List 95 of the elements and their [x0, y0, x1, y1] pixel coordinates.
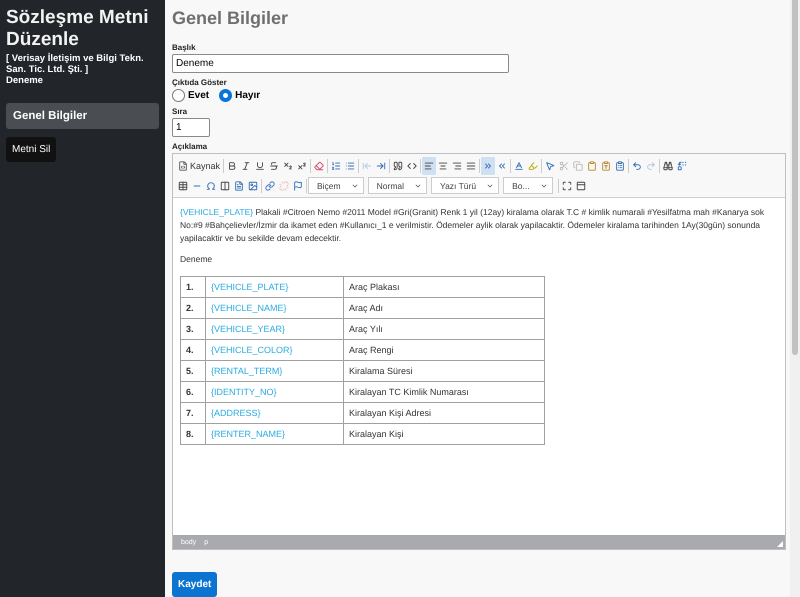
format-dropdown[interactable]: Bo...	[503, 177, 553, 194]
table-icon	[178, 180, 188, 190]
table-cell: 8.	[180, 424, 206, 444]
highlighter-icon	[528, 160, 538, 170]
toolbar-button[interactable]	[481, 156, 496, 174]
subscript-icon	[283, 160, 294, 170]
superscript-icon	[297, 160, 308, 170]
pointer-icon	[545, 160, 556, 170]
save-button[interactable]: Kaydet	[172, 572, 218, 597]
unlink-icon	[279, 180, 289, 190]
align-left-icon	[424, 160, 434, 170]
paste-list-icon	[615, 160, 626, 170]
document-name: Deneme	[6, 75, 44, 86]
table-cell: Araç Adı	[344, 298, 544, 318]
paste-icon	[587, 160, 598, 170]
table-cell: Araç Rengi	[344, 340, 544, 360]
format-dropdown[interactable]: Normal	[368, 177, 428, 194]
table-cell: Araç Plakası	[344, 276, 544, 298]
replace-icon	[677, 160, 688, 170]
omega-icon	[206, 180, 216, 190]
radio-label: Hayır	[235, 90, 260, 101]
align-right-icon	[452, 160, 462, 170]
bold-icon	[227, 160, 238, 170]
flag-icon	[293, 180, 303, 190]
table-cell: {VEHICLE_COLOR}	[206, 340, 344, 360]
justify-icon	[466, 160, 476, 170]
table-cell: Kiralayan Kişi	[344, 424, 544, 444]
cut-icon	[559, 160, 570, 170]
table-cell: 7.	[180, 402, 206, 424]
text-color-icon	[514, 160, 524, 170]
indent-icon	[376, 160, 386, 170]
table-cell: {VEHICLE_YEAR}	[206, 318, 344, 340]
format-dropdown[interactable]: Biçem	[308, 177, 364, 194]
redo-icon	[646, 160, 656, 170]
maximize-icon	[562, 180, 572, 190]
undo-icon	[632, 160, 642, 170]
section-heading: Genel Bilgiler	[172, 8, 290, 29]
radio-button[interactable]	[172, 89, 185, 102]
outdent-icon	[362, 160, 372, 170]
format-dropdown[interactable]: Yazı Türü	[431, 177, 500, 194]
toolbar-button[interactable]: Kaynak	[176, 156, 222, 174]
table-cell: Kiralayan TC Kimlik Numarası	[344, 382, 544, 402]
note-text: Deneme	[180, 253, 214, 266]
title-field[interactable]: Deneme	[172, 54, 509, 73]
code-icon	[407, 160, 418, 170]
align-center-icon	[438, 160, 448, 170]
table-cell: {ADDRESS}	[206, 402, 344, 424]
left-to-right-icon	[483, 160, 494, 170]
code-file-icon	[178, 160, 188, 170]
binoculars-icon	[663, 160, 674, 170]
field-label: Başlık	[172, 43, 197, 52]
field-label: Çıktıda Göster	[172, 78, 228, 87]
table-cell: 5.	[180, 360, 206, 382]
quote-icon	[393, 160, 404, 170]
sidebar-item[interactable]: Genel Bilgiler	[6, 103, 159, 129]
scrollbar[interactable]	[790, 0, 800, 597]
table-cell: {IDENTITY_NO}	[206, 382, 344, 402]
numbered-list-icon	[331, 160, 342, 170]
table-cell: Kiralayan Kişi Adresi	[344, 402, 544, 424]
table-cell: {RENTER_NAME}	[206, 424, 344, 444]
italic-icon	[241, 160, 252, 170]
table-cell: {RENTAL_TERM}	[206, 360, 344, 382]
table-cell: 2.	[180, 298, 206, 318]
table-cell: 3.	[180, 318, 206, 340]
order-field[interactable]: 1	[172, 118, 210, 137]
table-cell: Kiralama Süresi	[344, 360, 544, 382]
table-cell: Araç Yılı	[344, 318, 544, 340]
page-title: Sözleşme Metni Düzenle	[6, 7, 150, 51]
radio-label: Evet	[188, 90, 210, 101]
copy-icon	[573, 160, 584, 170]
underline-icon	[255, 160, 266, 170]
page-break-icon	[220, 180, 230, 190]
field-label: Sıra	[172, 107, 188, 116]
table-cell: 1.	[180, 276, 206, 298]
image-icon	[248, 180, 258, 190]
scrollbar-thumb[interactable]	[792, 0, 798, 355]
paste-text-icon	[601, 160, 612, 170]
table-cell: {VEHICLE_PLATE}	[206, 276, 344, 298]
strikethrough-icon	[269, 160, 280, 170]
table-cell: {VEHICLE_NAME}	[206, 298, 344, 318]
company-name: [ Verisay İletişim ve Bilgi Tekn. San. Tic. Ltd. Şti. ]	[6, 53, 145, 75]
table-cell: 6.	[180, 382, 206, 402]
table-cell: 4.	[180, 340, 206, 360]
show-blocks-icon	[576, 180, 586, 190]
delete-button[interactable]: Metni Sil	[6, 137, 56, 162]
right-to-left-icon	[497, 160, 508, 170]
contract-paragraph: {VEHICLE_PLATE} Plakali #Citroen Nemo #2011 Model #Gri(Granit) Renk 1 yil (12ay) kiralama olarak T.C # kimlik numarali #Yesilfatma mah #Kanarya sok No:#9 #Bahçelievler/İzmir da ikamet eden #Kullanıcı_1 e verilmistir. Ödemeler aylik olarak yapilacaktir. Ödemeler kiralama tarihinden 1Ay(30gün) sonunda yapilacaktir ve bu sekilde devam edecektir.	[180, 206, 766, 245]
template-icon	[234, 180, 244, 190]
eraser-icon	[314, 160, 324, 170]
radio-button[interactable]	[219, 89, 232, 102]
field-label: Açıklama	[172, 142, 208, 151]
toolbar-button[interactable]	[422, 156, 436, 174]
bullet-list-icon	[345, 160, 356, 170]
link-icon	[265, 180, 275, 190]
resize-grip-icon[interactable]	[777, 541, 783, 547]
